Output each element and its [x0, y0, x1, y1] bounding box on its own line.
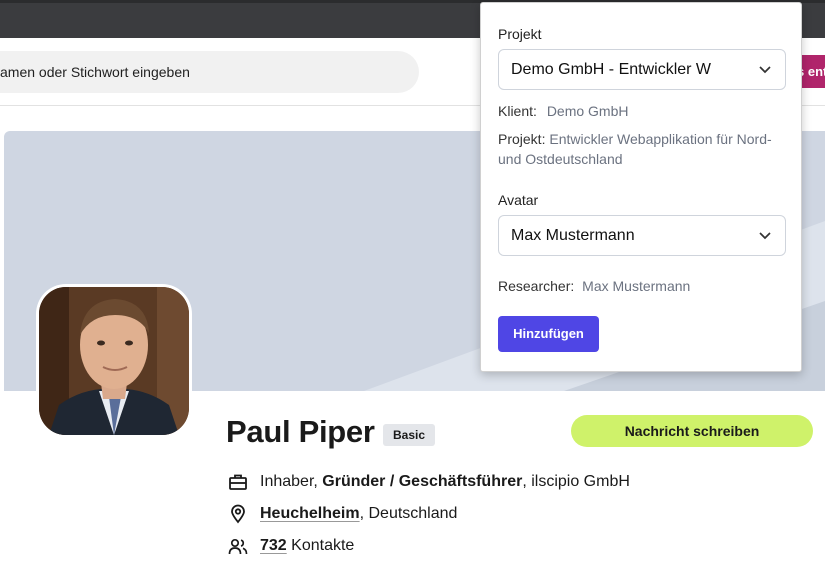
job-prefix: Inhaber, [260, 473, 323, 490]
researcher-value: Max Mustermann [582, 278, 691, 294]
location-pin-icon [228, 504, 248, 524]
membership-badge: Basic [383, 424, 436, 446]
contacts-count-link[interactable]: 732 [260, 537, 287, 555]
job-role: Gründer / Geschäftsführer [322, 473, 523, 490]
contacts-icon [228, 536, 248, 556]
send-message-button[interactable]: Nachricht schreiben [571, 415, 813, 447]
contacts-label: Kontakte [286, 537, 355, 554]
chevron-down-icon [759, 232, 771, 240]
avatar[interactable] [36, 284, 192, 438]
add-to-project-popover: Projekt Demo GmbH - Entwickler W Klient:… [480, 2, 802, 372]
search-input-text: amen oder Stichwort eingeben [0, 64, 190, 80]
chevron-down-icon [759, 66, 771, 74]
avatar-select-value: Max Mustermann [511, 227, 635, 244]
project-label: Projekt [498, 26, 542, 42]
researcher-info: Researcher: Max Mustermann [498, 276, 788, 296]
location-country: , Deutschland [359, 505, 458, 522]
project-select[interactable]: Demo GmbH - Entwickler W [498, 49, 786, 90]
search-input[interactable]: amen oder Stichwort eingeben [0, 51, 419, 93]
client-label: Klient: [498, 103, 537, 119]
project-info-label: Projekt: [498, 131, 546, 147]
project-select-value: Demo GmbH - Entwickler W [511, 61, 712, 78]
avatar-label: Avatar [498, 192, 539, 208]
briefcase-icon [228, 472, 248, 492]
job-row: Inhaber, Gründer / Geschäftsführer, ilsc… [228, 472, 630, 492]
add-button[interactable]: Hinzufügen [498, 316, 599, 352]
avatar-select[interactable]: Max Mustermann [498, 215, 786, 256]
location-city-link[interactable]: Heuchelheim [260, 505, 360, 523]
profile-photo [39, 287, 189, 435]
location-row: Heuchelheim, Deutschland [228, 504, 457, 524]
researcher-label: Researcher: [498, 278, 575, 294]
job-company: , ilscipio GmbH [522, 473, 630, 490]
client-value: Demo GmbH [546, 103, 629, 119]
contacts-row: 732 Kontakte [228, 536, 354, 556]
project-info: Projekt: Entwickler Webapplikation für N… [498, 129, 788, 169]
profile-name: Paul Piper [226, 414, 375, 449]
client-info: Klient: Demo GmbH [498, 101, 788, 121]
